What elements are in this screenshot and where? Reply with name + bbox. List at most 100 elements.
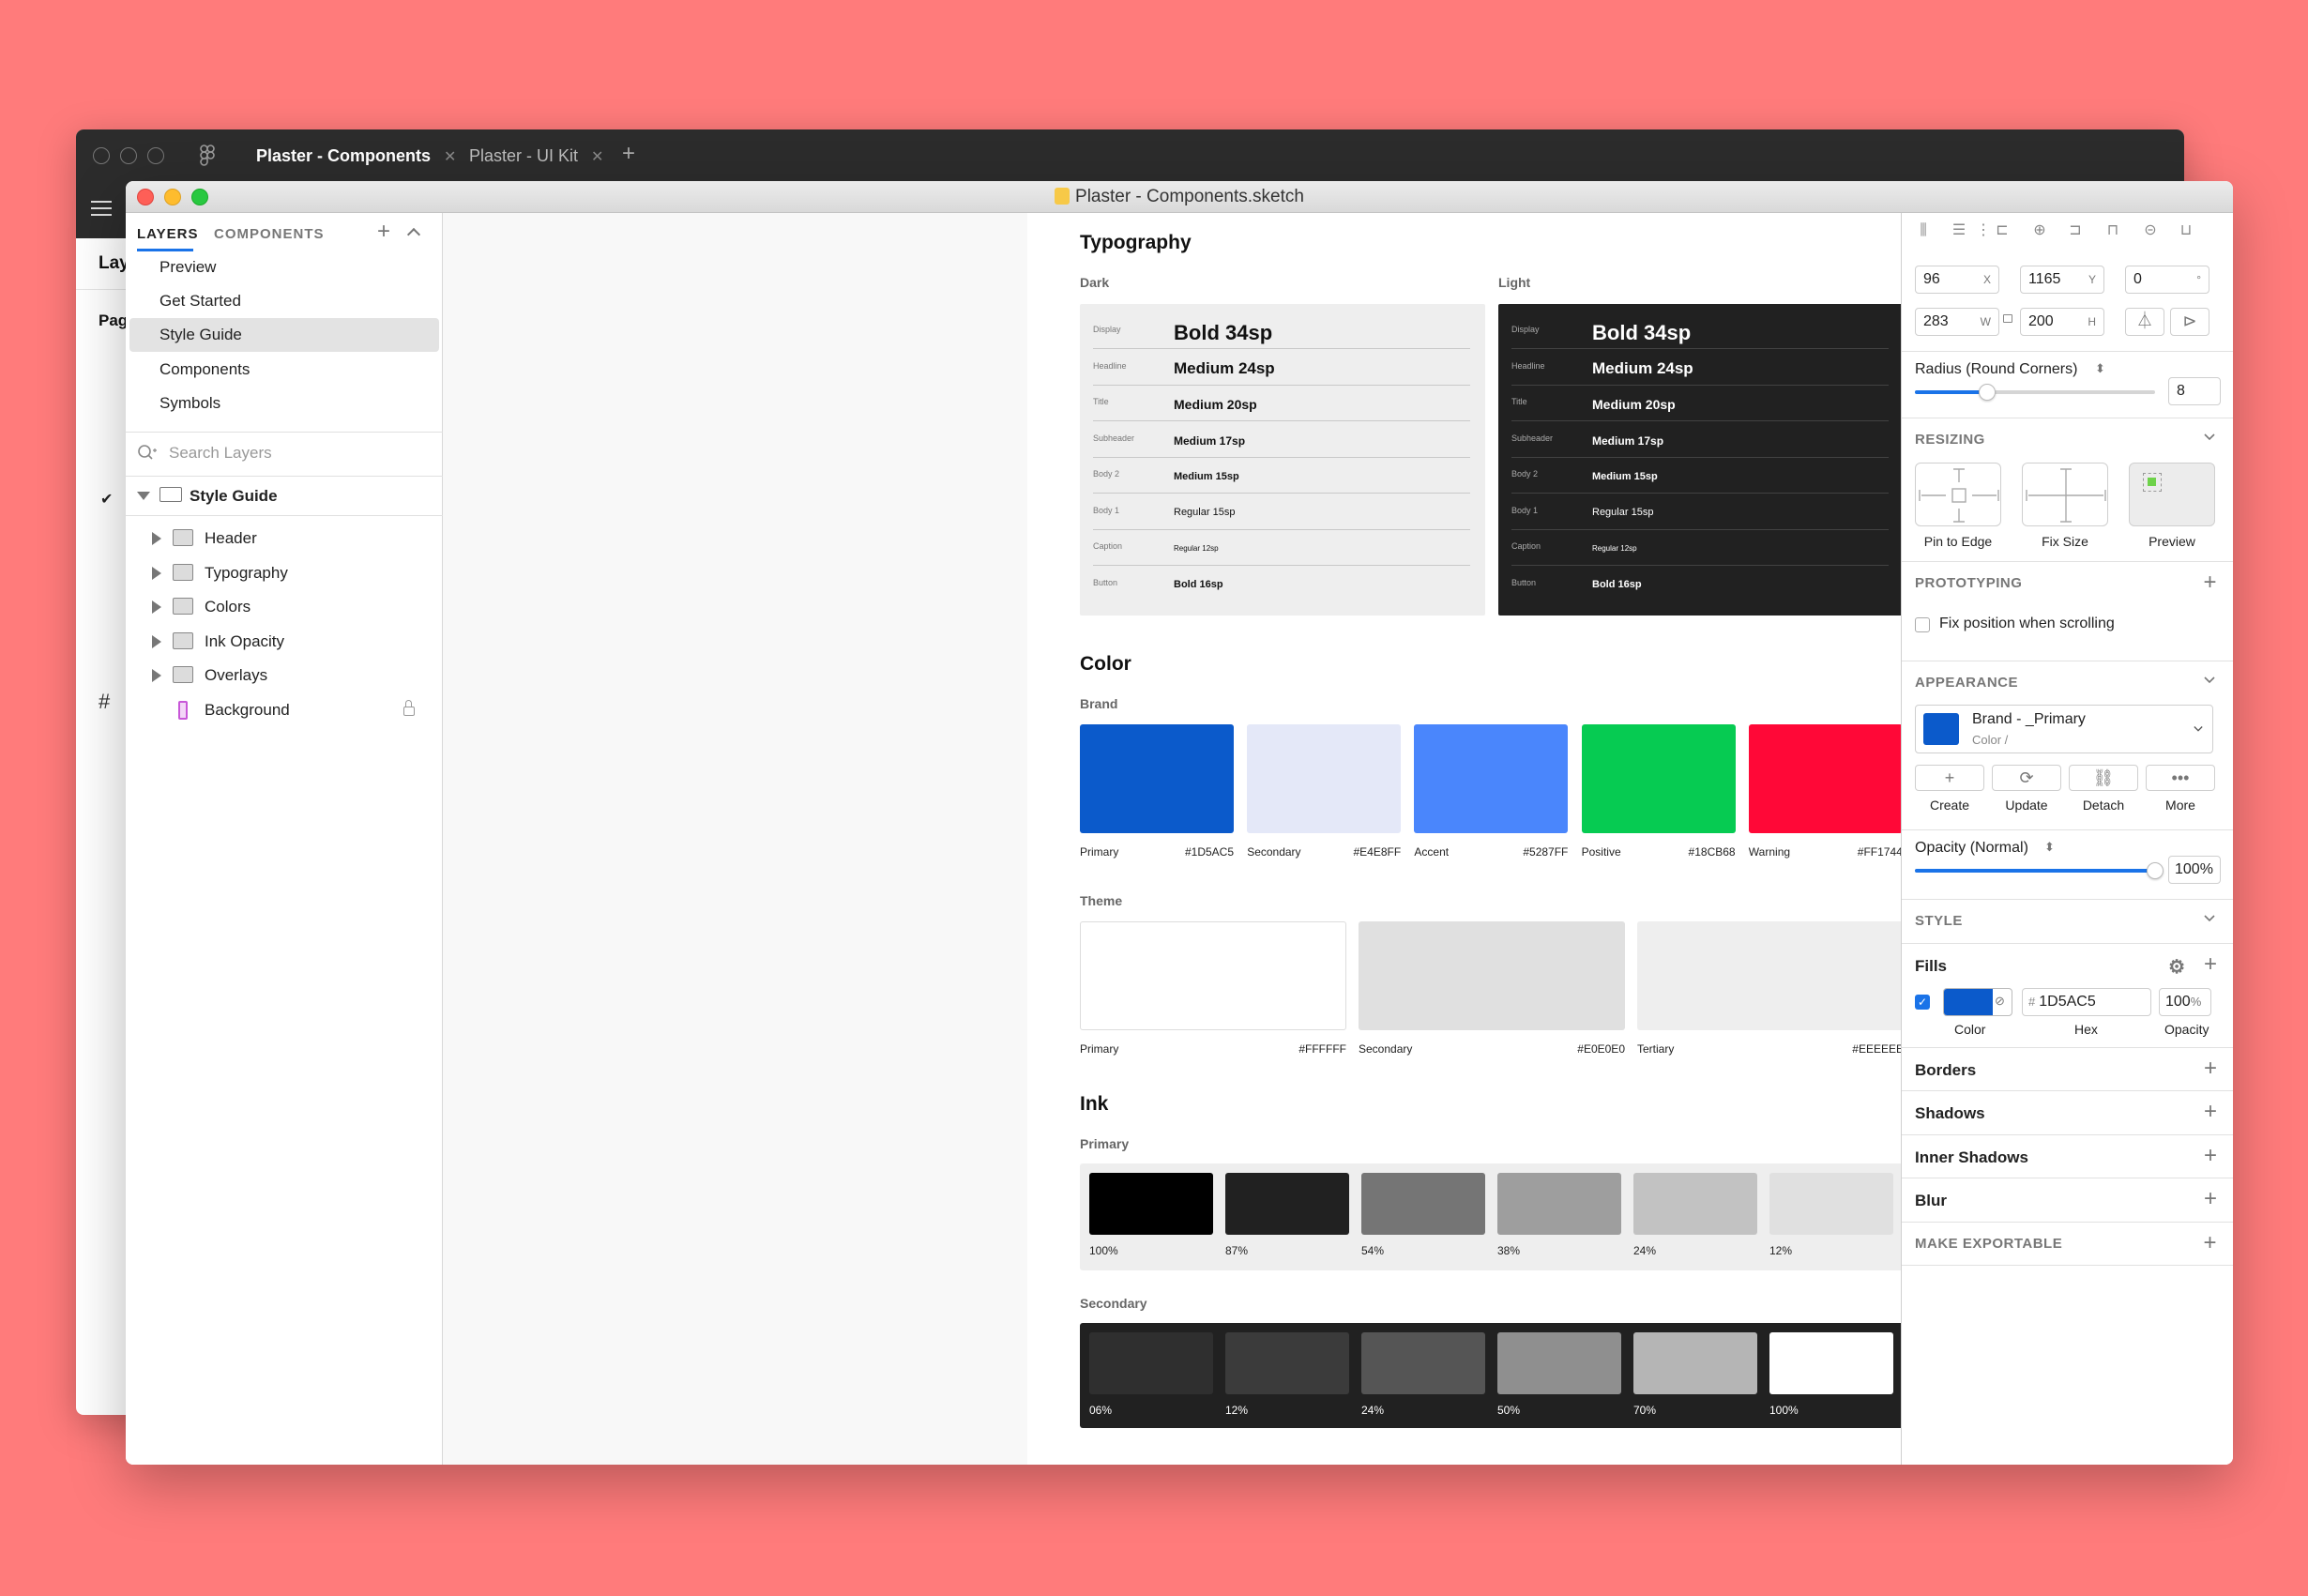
ink-swatch[interactable] [1089, 1173, 1213, 1235]
fix-size-box[interactable] [2022, 463, 2108, 526]
align-center-icon[interactable]: ⊕ [2031, 222, 2048, 239]
lock-icon[interactable] [403, 700, 415, 716]
layer-background[interactable]: Background [126, 693, 443, 727]
radius-slider[interactable] [1915, 384, 2155, 401]
radius-slider-knob[interactable] [1978, 384, 1996, 401]
layer-overlays[interactable]: Overlays [126, 659, 443, 692]
layer-ink-opacity[interactable]: Ink Opacity [126, 625, 443, 659]
radius-field[interactable]: 8 [2168, 377, 2221, 405]
add-fill-icon[interactable]: + [2204, 951, 2217, 978]
artboard-row[interactable]: Style Guide [126, 476, 443, 515]
ink-swatch[interactable] [1089, 1332, 1213, 1394]
ink-swatch[interactable] [1769, 1173, 1893, 1235]
brand-swatch[interactable] [1748, 724, 1903, 833]
ink-swatch[interactable] [1497, 1173, 1621, 1235]
style-section[interactable]: STYLE [1902, 899, 2233, 942]
rotation-field[interactable]: 0 ° [2125, 266, 2209, 294]
fill-hex-field[interactable]: #1D5AC5 [2022, 988, 2151, 1016]
height-field[interactable]: 200 H [2020, 308, 2104, 336]
disclosure-icon[interactable] [152, 600, 161, 614]
fix-position-checkbox[interactable] [1915, 617, 1930, 632]
disclosure-icon[interactable] [152, 532, 161, 545]
align-right-icon[interactable]: ⊐ [2067, 222, 2084, 239]
typography-panel-dark[interactable]: Display Bold 34sp Headline Medium 24sp Title… [1080, 304, 1485, 616]
make-exportable-section[interactable]: MAKE EXPORTABLE + [1902, 1222, 2233, 1265]
align-middle-icon[interactable]: ⊝ [2142, 222, 2159, 239]
ink-swatch[interactable] [1633, 1173, 1757, 1235]
fills-section[interactable]: Fills ⚙ + [1902, 943, 2233, 986]
minimize-dot[interactable] [120, 147, 137, 164]
tab-layers[interactable]: LAYERS [137, 226, 198, 242]
radius-mode-icon[interactable]: ⬍ [2095, 361, 2105, 376]
ink-swatch[interactable] [1225, 1173, 1349, 1235]
prototyping-section[interactable]: PROTOTYPING + [1902, 561, 2233, 604]
align-left-icon[interactable]: ⊏ [1994, 222, 2011, 239]
brand-swatch[interactable] [1581, 724, 1736, 833]
brand-swatch[interactable] [1247, 724, 1402, 833]
ink-swatch[interactable] [1497, 1332, 1621, 1394]
opacity-slider[interactable] [1915, 862, 2164, 879]
add-prototyping-icon[interactable]: + [2203, 570, 2217, 596]
create-style-button[interactable]: + [1915, 765, 1984, 791]
resizing-section[interactable]: RESIZING [1902, 418, 2233, 461]
flip-horizontal-icon[interactable]: ⏃ [2125, 308, 2164, 336]
collapse-pages-icon[interactable] [406, 227, 421, 242]
width-field[interactable]: 283 W [1915, 308, 1999, 336]
resize-preview-box[interactable] [2129, 463, 2215, 526]
zoom-dot[interactable] [147, 147, 164, 164]
distribute-horizontal-icon[interactable]: ⫼ [1915, 222, 1932, 239]
page-preview[interactable]: Preview [126, 251, 443, 284]
lock-ratio-icon[interactable] [2003, 314, 2012, 323]
layer-header[interactable]: Header [126, 522, 443, 555]
tab-plaster-ui-kit[interactable]: Plaster - UI Kit ✕ [469, 139, 603, 173]
search-input[interactable]: Search Layers [169, 444, 272, 463]
tab-plaster-components[interactable]: Plaster - Components ✕ [256, 139, 456, 173]
disclosure-icon[interactable] [152, 635, 161, 648]
appearance-section[interactable]: APPEARANCE [1902, 661, 2233, 704]
figma-pages-label[interactable]: Pag [99, 312, 128, 330]
inner-shadows-section[interactable]: Inner Shadows + [1902, 1134, 2233, 1178]
ink-swatch[interactable] [1225, 1332, 1349, 1394]
page-get-started[interactable]: Get Started [126, 284, 443, 318]
shared-style-select[interactable]: Brand - _Primary Color / [1915, 705, 2213, 753]
shadows-section[interactable]: Shadows + [1902, 1090, 2233, 1133]
hamburger-icon[interactable] [91, 201, 112, 218]
style-guide-artboard[interactable]: Typography Dark Light Display Bold 34sp He… [1027, 213, 1956, 1465]
detach-style-button[interactable]: ⛓ [2069, 765, 2138, 791]
add-page-icon[interactable]: + [377, 219, 390, 245]
ink-swatch[interactable] [1633, 1332, 1757, 1394]
add-shadow-icon[interactable]: + [2204, 1099, 2217, 1125]
fill-opacity-field[interactable]: 100% [2159, 988, 2211, 1016]
add-blur-icon[interactable]: + [2204, 1186, 2217, 1212]
disclosure-icon[interactable] [152, 567, 161, 580]
fill-color-well[interactable]: ⊘ [1943, 988, 2012, 1016]
opacity-field[interactable]: 100% [2168, 856, 2221, 884]
ink-swatch[interactable] [1769, 1332, 1893, 1394]
tab-components[interactable]: COMPONENTS [214, 226, 325, 242]
blur-section[interactable]: Blur + [1902, 1178, 2233, 1221]
chevron-down-icon[interactable] [2204, 432, 2215, 443]
flip-vertical-icon[interactable]: ⊳ [2170, 308, 2209, 336]
y-field[interactable]: 1165 Y [2020, 266, 2104, 294]
layer-colors[interactable]: Colors [126, 590, 443, 624]
disclosure-icon[interactable] [152, 669, 161, 682]
close-tab-icon[interactable]: ✕ [591, 149, 603, 165]
theme-swatch[interactable] [1359, 921, 1625, 1030]
typography-panel-light[interactable]: Display Bold 34sp Headline Medium 24sp Title… [1498, 304, 1904, 616]
chevron-down-icon[interactable] [2194, 724, 2203, 734]
distribute-vertical-icon[interactable]: ☰ [1951, 222, 1967, 239]
page-symbols[interactable]: Symbols [126, 387, 443, 420]
theme-swatch[interactable] [1080, 921, 1346, 1030]
layer-typography[interactable]: Typography [126, 556, 443, 590]
blend-mode-icon[interactable]: ⬍ [2044, 840, 2055, 855]
opacity-slider-knob[interactable] [2147, 862, 2164, 879]
page-components[interactable]: Components [126, 353, 443, 387]
close-tab-icon[interactable]: ✕ [444, 149, 456, 165]
fill-enabled-checkbox[interactable]: ✓ [1915, 995, 1930, 1010]
more-style-button[interactable]: ••• [2146, 765, 2215, 791]
brand-swatch[interactable] [1080, 724, 1234, 833]
theme-swatch[interactable] [1637, 921, 1904, 1030]
disclosure-open-icon[interactable] [137, 492, 150, 500]
x-field[interactable]: 96 X [1915, 266, 1999, 294]
add-inner-shadow-icon[interactable]: + [2204, 1143, 2217, 1169]
